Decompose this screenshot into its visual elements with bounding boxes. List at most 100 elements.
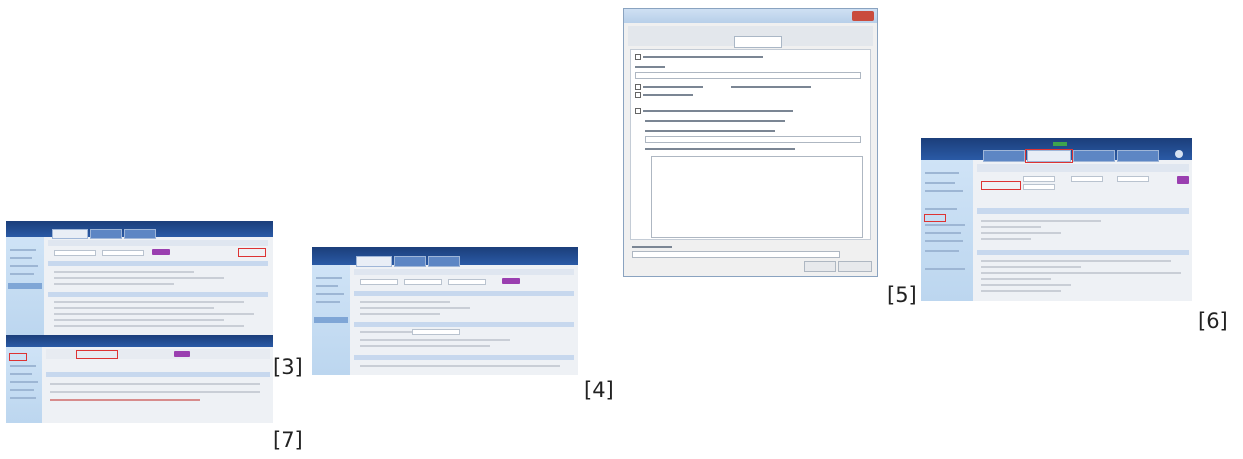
highlight-box — [924, 214, 946, 222]
text-area[interactable] — [651, 156, 863, 238]
table-row[interactable] — [50, 391, 260, 393]
form-row — [360, 365, 560, 367]
sidebar-item[interactable] — [10, 381, 38, 383]
sidebar-item[interactable] — [925, 250, 959, 252]
sidebar-item-active[interactable] — [8, 283, 42, 289]
screenshot-thumb-6 — [921, 138, 1192, 301]
thumb-label-4: [4] — [584, 378, 614, 402]
sidebar-item[interactable] — [10, 397, 36, 399]
select-field[interactable] — [412, 329, 460, 335]
detail-row — [981, 284, 1071, 286]
sidebar-item[interactable] — [925, 190, 963, 192]
detail-row — [981, 266, 1081, 268]
cancel-button[interactable] — [838, 261, 872, 272]
search-field[interactable] — [404, 279, 442, 285]
checkbox[interactable] — [635, 92, 641, 98]
search-field[interactable] — [448, 279, 486, 285]
form-row — [54, 283, 174, 285]
nav-tab[interactable] — [1073, 150, 1115, 162]
search-field[interactable] — [1117, 176, 1149, 182]
sidebar-item[interactable] — [10, 365, 36, 367]
form-row — [54, 319, 224, 321]
form-row — [54, 301, 244, 303]
dialog-tab-active[interactable] — [734, 36, 782, 48]
detail-row — [981, 232, 1061, 234]
sidebar-item[interactable] — [316, 285, 338, 287]
sidebar-item[interactable] — [925, 224, 965, 226]
checkbox[interactable] — [635, 108, 641, 114]
ok-button[interactable] — [804, 261, 836, 272]
search-field[interactable] — [360, 279, 398, 285]
page-title-bar — [977, 164, 1189, 172]
sidebar-item[interactable] — [10, 389, 34, 391]
form-row — [360, 307, 470, 309]
search-field[interactable] — [1023, 184, 1055, 190]
sidebar-item[interactable] — [10, 373, 32, 375]
detail-row — [981, 226, 1041, 228]
nav-tab[interactable] — [90, 229, 122, 239]
search-button[interactable] — [152, 249, 170, 255]
detail-row — [981, 260, 1171, 262]
option-text — [645, 130, 775, 132]
path-input[interactable] — [645, 136, 861, 143]
sidebar-item[interactable] — [316, 301, 340, 303]
sidebar-item[interactable] — [925, 182, 955, 184]
search-button[interactable] — [1177, 176, 1189, 184]
sidebar-item[interactable] — [10, 249, 36, 251]
sidebar-item[interactable] — [316, 293, 344, 295]
nav-tab[interactable] — [428, 256, 460, 267]
nav-tab[interactable] — [983, 150, 1025, 162]
action-button[interactable] — [174, 351, 190, 357]
option-text — [645, 120, 785, 122]
page-title-bar — [48, 240, 268, 246]
sidebar-item[interactable] — [10, 265, 38, 267]
sidebar-item[interactable] — [316, 277, 342, 279]
search-field[interactable] — [1023, 176, 1055, 182]
search-field[interactable] — [1071, 176, 1103, 182]
sidebar-item[interactable] — [925, 172, 959, 174]
search-button[interactable] — [502, 278, 520, 284]
form-row — [54, 325, 244, 327]
nav-tab[interactable] — [356, 256, 392, 267]
search-field[interactable] — [102, 250, 144, 256]
file-path-input[interactable] — [635, 72, 861, 79]
section-header — [977, 250, 1189, 255]
field-label — [632, 246, 672, 248]
table-row[interactable] — [50, 383, 260, 385]
search-field[interactable] — [54, 250, 96, 256]
checkbox[interactable] — [635, 84, 641, 90]
section-header — [977, 208, 1189, 214]
form-row — [54, 313, 254, 315]
sidebar-item[interactable] — [10, 257, 32, 259]
option-text — [643, 86, 703, 88]
sidebar-item[interactable] — [10, 273, 34, 275]
sidebar-item[interactable] — [925, 208, 957, 210]
dropdown-select[interactable] — [632, 251, 840, 258]
screenshot-thumb-4 — [312, 247, 578, 375]
close-icon[interactable] — [852, 11, 874, 21]
thumb-label-7: [7] — [273, 428, 303, 452]
sidebar-item-active[interactable] — [314, 317, 348, 323]
table-header — [46, 372, 270, 377]
app-top-bar — [6, 335, 273, 347]
screenshot-thumb-5-dialog — [623, 8, 878, 277]
nav-tab[interactable] — [52, 229, 88, 239]
form-row — [54, 271, 194, 273]
field-label — [635, 66, 665, 68]
sidebar-item[interactable] — [925, 268, 965, 270]
form-row — [54, 307, 214, 309]
nav-tab[interactable] — [394, 256, 426, 267]
checkbox[interactable] — [635, 54, 641, 60]
option-text — [643, 110, 793, 112]
help-icon[interactable] — [1175, 150, 1183, 158]
nav-tab[interactable] — [124, 229, 156, 239]
thumb-label-5: [5] — [887, 283, 917, 307]
sidebar-item[interactable] — [925, 232, 961, 234]
option-text — [731, 86, 811, 88]
table-row[interactable] — [50, 399, 200, 401]
nav-tab[interactable] — [1117, 150, 1159, 162]
thumb-label-3: [3] — [273, 355, 303, 379]
option-text — [645, 148, 795, 150]
form-row — [360, 345, 490, 347]
sidebar-item[interactable] — [925, 240, 963, 242]
